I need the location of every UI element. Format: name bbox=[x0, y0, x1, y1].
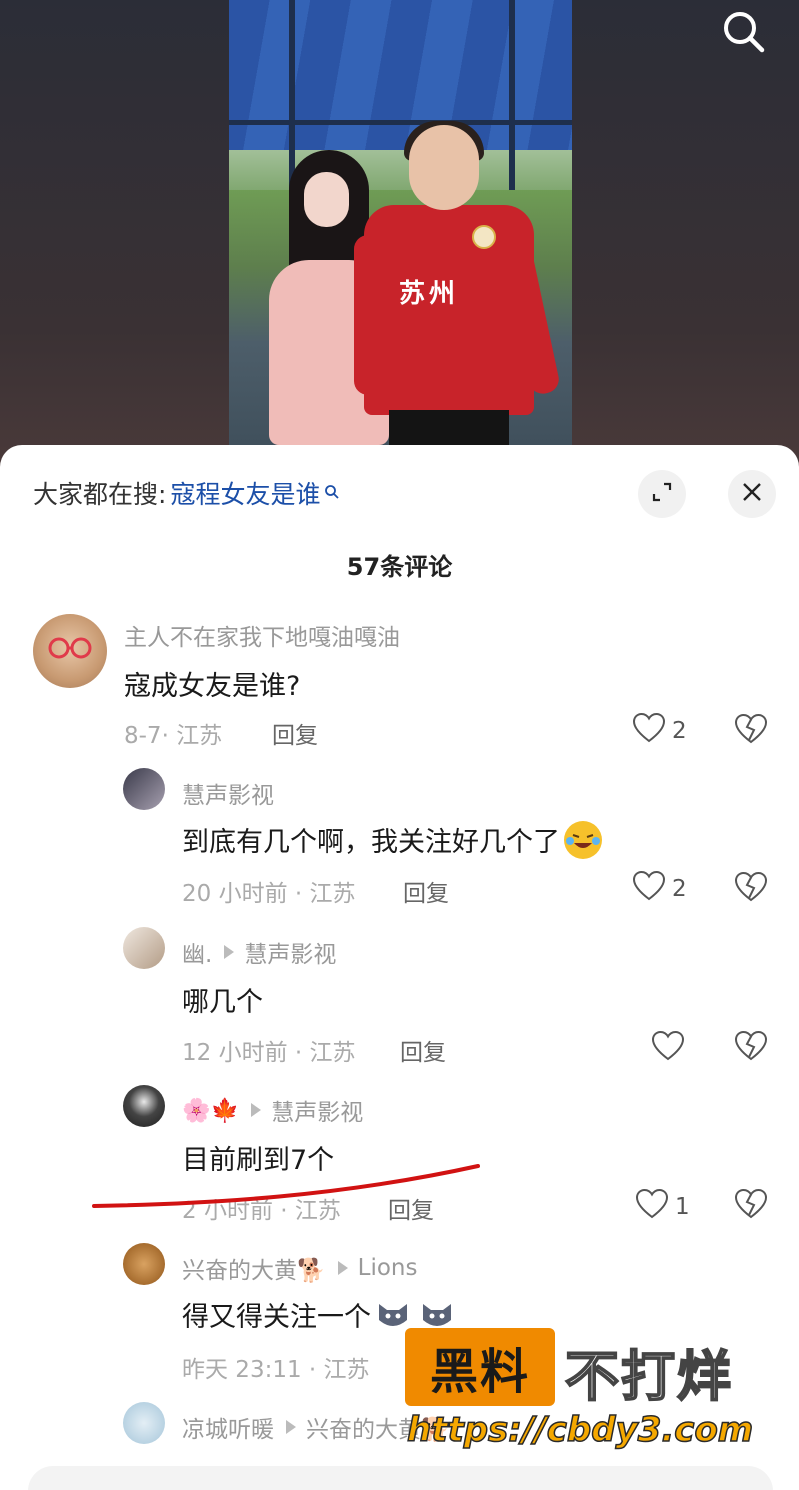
reply-to-username[interactable]: 慧声影视 bbox=[271, 1093, 363, 1127]
like-count: 2 bbox=[672, 718, 687, 744]
comment-text: 哪几个 bbox=[182, 987, 263, 1018]
reply-to-username[interactable]: 慧声影视 bbox=[244, 935, 336, 969]
comment-meta: 12 小时前 · 江苏 bbox=[182, 1040, 356, 1066]
hot-search-prefix: 大家都在搜: bbox=[33, 480, 167, 509]
comment-username[interactable]: 凉城听暖 bbox=[182, 1410, 274, 1444]
expand-button[interactable] bbox=[638, 470, 686, 518]
reply-arrow-icon bbox=[337, 1261, 348, 1275]
comment-text: 寇成女友是谁? bbox=[124, 671, 301, 702]
comment-username-line: 兴奋的大黄🐕 Lions bbox=[182, 1251, 417, 1285]
avatar[interactable] bbox=[123, 927, 165, 969]
watermark-right-text: 不打烊 bbox=[564, 1344, 733, 1409]
comment-input-bar[interactable] bbox=[28, 1466, 773, 1490]
like-count: 2 bbox=[672, 876, 687, 902]
like-button[interactable]: 1 bbox=[635, 1188, 690, 1226]
like-button[interactable]: 2 bbox=[632, 712, 687, 750]
like-button[interactable]: 2 bbox=[632, 870, 687, 908]
video-player[interactable]: 苏州 bbox=[0, 0, 799, 470]
crying-laughing-emoji-icon bbox=[564, 820, 602, 859]
comment-meta: 20 小时前 · 江苏 bbox=[182, 881, 356, 907]
comment-meta: 8-7· 江苏 bbox=[124, 723, 223, 749]
comment-username[interactable]: 🌸🍁 bbox=[182, 1097, 239, 1124]
comment-username-line: 🌸🍁 慧声影视 bbox=[182, 1093, 363, 1127]
reply-arrow-icon bbox=[251, 1103, 262, 1117]
red-underline-annotation bbox=[92, 1160, 482, 1210]
dog-face-emoji-icon bbox=[375, 1300, 411, 1330]
heart-icon bbox=[632, 870, 666, 908]
comment-username[interactable]: 慧声影视 bbox=[182, 776, 274, 810]
comment-text-body: 得又得关注一个 bbox=[182, 1302, 371, 1333]
comment-username[interactable]: 主人不在家我下地嘎油嘎油 bbox=[124, 618, 400, 652]
like-count: 1 bbox=[675, 1194, 690, 1220]
comment-text-body: 到底有几个啊，我关注好几个了 bbox=[182, 827, 560, 858]
jersey-badge bbox=[472, 225, 496, 249]
avatar[interactable] bbox=[33, 614, 107, 688]
search-small-icon bbox=[324, 477, 340, 499]
broken-heart-icon[interactable] bbox=[734, 1030, 768, 1062]
reply-arrow-icon bbox=[224, 945, 235, 959]
comment-meta: 昨天 23:11 · 江苏 bbox=[182, 1357, 370, 1383]
comment-username[interactable]: 兴奋的大黄🐕 bbox=[182, 1251, 326, 1285]
search-icon[interactable] bbox=[718, 6, 770, 58]
broken-heart-icon[interactable] bbox=[734, 1188, 768, 1220]
reply-button[interactable]: 回复 bbox=[272, 716, 318, 750]
comment-count: 57条评论 bbox=[346, 553, 453, 581]
hot-search-bar[interactable]: 大家都在搜: 寇程女友是谁 bbox=[33, 475, 340, 511]
watermark-box-text: 黑料 bbox=[405, 1328, 555, 1406]
reply-button[interactable]: 回复 bbox=[400, 1033, 446, 1067]
broken-heart-icon[interactable] bbox=[734, 713, 768, 745]
dog-face-emoji-icon bbox=[419, 1300, 455, 1330]
reply-arrow-icon bbox=[286, 1420, 296, 1434]
video-frame: 苏州 bbox=[229, 0, 572, 445]
hot-search-term[interactable]: 寇程女友是谁 bbox=[170, 475, 320, 511]
heart-icon bbox=[651, 1030, 685, 1068]
comment-text: 到底有几个啊，我关注好几个了 bbox=[182, 820, 602, 859]
comment-username-line: 幽. 慧声影视 bbox=[182, 935, 336, 969]
avatar[interactable] bbox=[123, 1402, 165, 1444]
like-button[interactable] bbox=[651, 1030, 685, 1068]
expand-icon bbox=[651, 481, 673, 507]
reply-to-username[interactable]: Lions bbox=[358, 1255, 418, 1281]
close-icon bbox=[741, 481, 763, 507]
heart-icon bbox=[635, 1188, 669, 1226]
avatar[interactable] bbox=[123, 1085, 165, 1127]
avatar[interactable] bbox=[123, 768, 165, 810]
close-button[interactable] bbox=[728, 470, 776, 518]
avatar[interactable] bbox=[123, 1243, 165, 1285]
heart-icon bbox=[632, 712, 666, 750]
jersey-text: 苏州 bbox=[399, 279, 460, 309]
broken-heart-icon[interactable] bbox=[734, 871, 768, 903]
watermark: 黑料 不打烊 https://cbdy3.com bbox=[405, 1328, 795, 1458]
reply-button[interactable]: 回复 bbox=[403, 874, 449, 908]
watermark-url: https://cbdy3.com bbox=[406, 1409, 754, 1451]
person-boy: 苏州 bbox=[354, 121, 562, 445]
comment-username[interactable]: 幽. bbox=[182, 935, 212, 969]
